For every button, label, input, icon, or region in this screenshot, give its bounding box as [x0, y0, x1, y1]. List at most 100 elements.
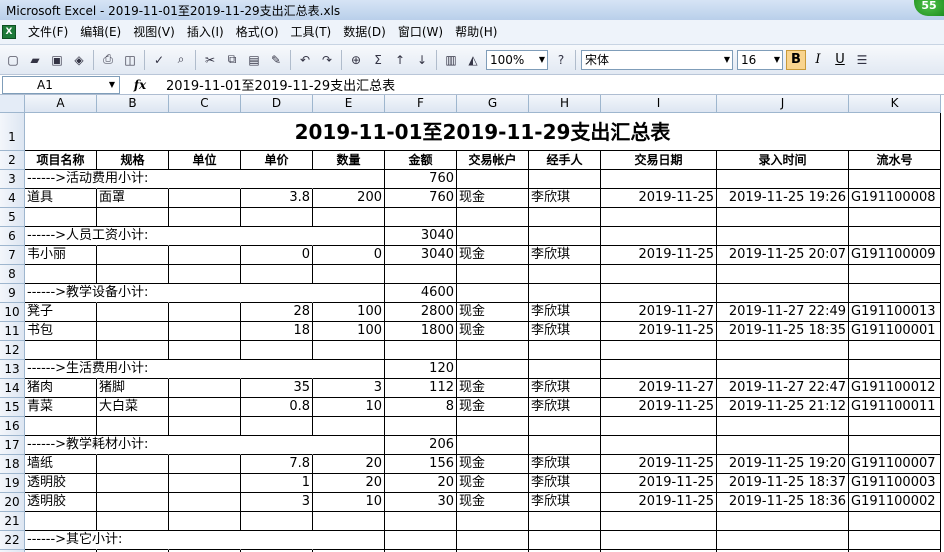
cell[interactable] — [169, 246, 241, 265]
cell[interactable] — [385, 341, 457, 360]
cell[interactable] — [601, 512, 717, 531]
cell[interactable] — [849, 512, 941, 531]
cell[interactable]: 李欣琪 — [529, 246, 601, 265]
cell[interactable]: 3 — [313, 379, 385, 398]
cell[interactable] — [169, 189, 241, 208]
subtotal-amount-cell[interactable] — [385, 531, 457, 550]
cell[interactable]: 2019-11-25 18:35 — [717, 322, 849, 341]
cell[interactable]: 2019-11-25 — [601, 189, 717, 208]
menu-item[interactable]: 窗口(W) — [392, 20, 449, 45]
cell[interactable]: 李欣琪 — [529, 474, 601, 493]
cell[interactable] — [169, 493, 241, 512]
cell[interactable]: G191100007 — [849, 455, 941, 474]
cell[interactable]: 李欣琪 — [529, 303, 601, 322]
row-header[interactable]: 7 — [0, 246, 25, 265]
cell[interactable]: 28 — [241, 303, 313, 322]
row-header[interactable]: 15 — [0, 398, 25, 417]
cell[interactable] — [313, 360, 385, 379]
cell[interactable]: 8 — [385, 398, 457, 417]
header-cell[interactable]: 项目名称 — [25, 151, 97, 170]
subtotal-label-cell[interactable]: ------>人员工资小计: — [25, 227, 148, 246]
row-header[interactable]: 10 — [0, 303, 25, 322]
subtotal-label-cell[interactable]: ------>活动费用小计: — [25, 170, 148, 189]
cell[interactable]: 透明胶 — [25, 474, 97, 493]
cell[interactable]: 2019-11-25 — [601, 474, 717, 493]
cell[interactable]: 2019-11-27 22:49 — [717, 303, 849, 322]
cell[interactable] — [601, 208, 717, 227]
cell[interactable] — [457, 341, 529, 360]
subtotal-label-cell[interactable]: ------>教学设备小计: — [25, 284, 148, 303]
cell[interactable] — [313, 227, 385, 246]
cell[interactable]: 现金 — [457, 455, 529, 474]
menu-item[interactable]: 帮助(H) — [449, 20, 503, 45]
cell[interactable] — [717, 265, 849, 284]
cell[interactable] — [717, 341, 849, 360]
cell[interactable] — [457, 531, 529, 550]
cell[interactable]: G191100011 — [849, 398, 941, 417]
cell[interactable]: 30 — [385, 493, 457, 512]
cell[interactable]: 20 — [385, 474, 457, 493]
formula-input[interactable]: 2019-11-01至2019-11-29支出汇总表 — [160, 75, 395, 94]
cell[interactable]: 35 — [241, 379, 313, 398]
cell[interactable]: 透明胶 — [25, 493, 97, 512]
redo-icon[interactable]: ↷ — [317, 50, 337, 70]
cell[interactable]: 李欣琪 — [529, 322, 601, 341]
row-header[interactable]: 2 — [0, 151, 25, 170]
cell[interactable] — [849, 341, 941, 360]
subtotal-label-cell[interactable]: ------>生活费用小计: — [25, 360, 148, 379]
cell[interactable] — [25, 417, 97, 436]
cell[interactable]: G191100002 — [849, 493, 941, 512]
cell[interactable]: 2019-11-25 21:12 — [717, 398, 849, 417]
cell[interactable]: 3.8 — [241, 189, 313, 208]
cell[interactable] — [529, 417, 601, 436]
cell[interactable]: 2019-11-25 — [601, 398, 717, 417]
cell[interactable]: 李欣琪 — [529, 493, 601, 512]
cell[interactable]: G191100013 — [849, 303, 941, 322]
menu-item[interactable]: 编辑(E) — [74, 20, 127, 45]
cell[interactable] — [457, 170, 529, 189]
subtotal-amount-cell[interactable]: 4600 — [385, 284, 457, 303]
cell[interactable] — [97, 493, 169, 512]
cell[interactable] — [169, 531, 241, 550]
cell[interactable] — [457, 417, 529, 436]
cell[interactable]: 760 — [385, 189, 457, 208]
zoom-select[interactable]: 100% ▼ — [486, 49, 548, 70]
cell[interactable] — [849, 170, 941, 189]
cell[interactable]: 现金 — [457, 322, 529, 341]
cell[interactable] — [385, 417, 457, 436]
cell[interactable]: 10 — [313, 398, 385, 417]
cell[interactable] — [97, 208, 169, 227]
cell[interactable] — [241, 341, 313, 360]
research-icon[interactable]: ⌕ — [171, 50, 191, 70]
cut-icon[interactable]: ✂ — [200, 50, 220, 70]
cell[interactable]: 2019-11-27 — [601, 303, 717, 322]
cell[interactable] — [601, 360, 717, 379]
subtotal-label-cell[interactable]: ------>教学耗材小计: — [25, 436, 148, 455]
cell[interactable] — [601, 341, 717, 360]
cell[interactable]: 墙纸 — [25, 455, 97, 474]
align-left-icon[interactable]: ☰ — [852, 50, 872, 70]
cell[interactable] — [25, 208, 97, 227]
help-icon[interactable]: ? — [551, 50, 571, 70]
column-header[interactable]: F — [385, 95, 457, 113]
cell[interactable] — [717, 512, 849, 531]
cell[interactable] — [97, 417, 169, 436]
cell[interactable] — [717, 436, 849, 455]
print-preview-icon[interactable]: ◫ — [120, 50, 140, 70]
row-header[interactable]: 22 — [0, 531, 25, 550]
row-header[interactable]: 17 — [0, 436, 25, 455]
header-cell[interactable]: 经手人 — [529, 151, 601, 170]
cell[interactable] — [169, 284, 241, 303]
cell[interactable]: 李欣琪 — [529, 379, 601, 398]
cell[interactable] — [717, 227, 849, 246]
cell[interactable]: 现金 — [457, 303, 529, 322]
cell[interactable] — [241, 417, 313, 436]
column-header[interactable]: B — [97, 95, 169, 113]
menu-item[interactable]: 文件(F) — [22, 20, 74, 45]
italic-button[interactable]: I — [808, 50, 828, 70]
row-header[interactable]: 6 — [0, 227, 25, 246]
cell[interactable] — [313, 512, 385, 531]
cell[interactable]: 2019-11-25 19:26 — [717, 189, 849, 208]
column-header[interactable]: H — [529, 95, 601, 113]
cell[interactable] — [169, 265, 241, 284]
